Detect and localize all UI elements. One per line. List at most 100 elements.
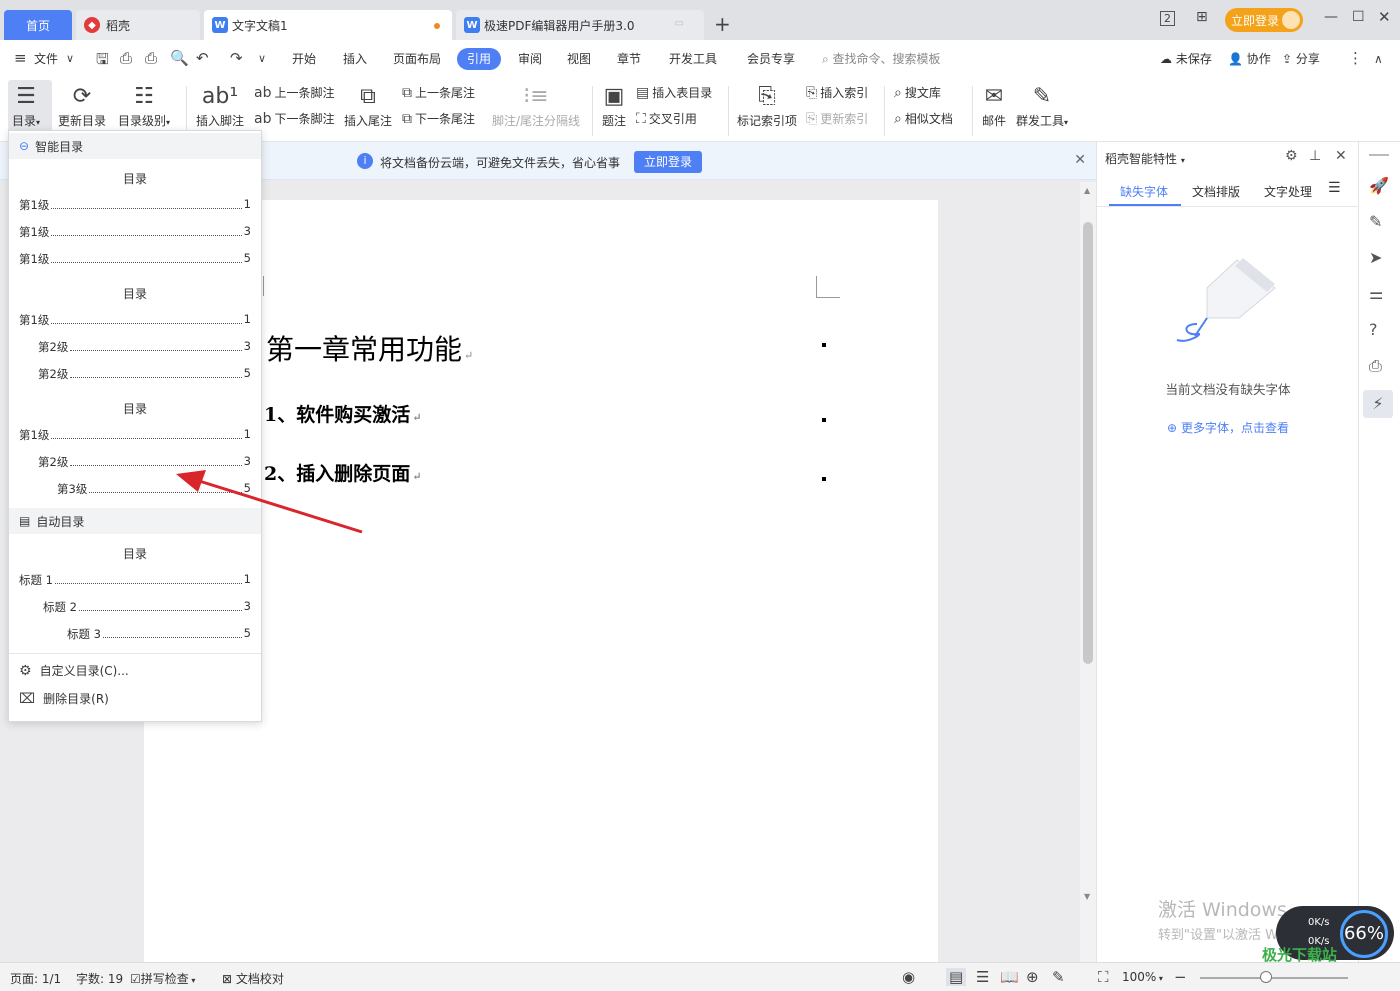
- scroll-up-icon[interactable]: ▲: [1084, 186, 1090, 195]
- outline-view-icon[interactable]: ☰: [976, 968, 989, 986]
- writer-doc-icon: W: [464, 17, 480, 33]
- tab-doc-layout[interactable]: 文档排版: [1192, 183, 1240, 200]
- separator-line-button[interactable]: ⁝≡ 脚注/尾注分隔线: [492, 82, 580, 129]
- new-tab-icon[interactable]: +: [714, 12, 731, 36]
- print-preview-icon[interactable]: 🔍: [170, 49, 189, 67]
- tab-pdf[interactable]: W 极速PDF编辑器用户手册3.0 ▭: [456, 10, 704, 40]
- web-view-icon[interactable]: ⊕: [1026, 968, 1039, 986]
- help-icon[interactable]: ?: [1369, 320, 1378, 339]
- zoom-slider[interactable]: [1200, 977, 1348, 979]
- heading-1[interactable]: 第一章常用功能 ↵: [266, 328, 473, 368]
- zoom-level[interactable]: 100% ▾: [1122, 970, 1163, 984]
- menu-icon[interactable]: ☰: [1328, 180, 1341, 196]
- login-button[interactable]: 立即登录: [1225, 8, 1303, 32]
- menu-start[interactable]: 开始: [292, 50, 316, 67]
- maximize-icon[interactable]: ☐: [1352, 9, 1365, 25]
- toc-entry-page: 5: [243, 481, 251, 495]
- menu-page-layout[interactable]: 页面布局: [393, 50, 441, 67]
- close-icon[interactable]: ✕: [1378, 8, 1391, 26]
- menu-insert[interactable]: 插入: [343, 50, 367, 67]
- command-search[interactable]: ⌕ 查找命令、搜索模板: [822, 50, 941, 67]
- menu-view[interactable]: 视图: [567, 50, 591, 67]
- scrollbar-thumb[interactable]: [1083, 222, 1093, 664]
- spell-check-button[interactable]: ☑拼写检查 ▾: [130, 970, 195, 987]
- tab-doc1[interactable]: W 文字文稿1: [204, 10, 452, 40]
- caption-button[interactable]: ▣ 题注: [602, 82, 626, 129]
- cursor-icon[interactable]: ➤: [1369, 248, 1382, 267]
- delete-toc-item[interactable]: ⌧ 删除目录(R): [19, 690, 109, 707]
- mass-tools-button[interactable]: ✎ 群发工具▾: [1016, 82, 1068, 129]
- insert-endnote-button[interactable]: ⧉ 插入尾注: [344, 82, 392, 129]
- mark-index-button[interactable]: ⎘ 标记索引项: [737, 82, 797, 129]
- sliders-icon[interactable]: ⚌: [1369, 284, 1383, 303]
- menu-dev-tools[interactable]: 开发工具: [669, 50, 717, 67]
- menu-file[interactable]: 文件: [34, 50, 58, 67]
- grid-apps-icon[interactable]: ⊞: [1196, 9, 1208, 25]
- more-icon[interactable]: ∨: [258, 52, 266, 65]
- pen-icon[interactable]: ✎: [1369, 212, 1382, 231]
- collapse-ribbon-icon[interactable]: ∧: [1374, 52, 1383, 66]
- menu-reference[interactable]: 引用: [457, 48, 501, 70]
- next-endnote-button[interactable]: ⧉ 下一条尾注: [402, 110, 475, 127]
- heading-2[interactable]: 1、软件购买激活 ↵: [264, 400, 421, 427]
- toc-button[interactable]: ☰ 目录▾: [12, 82, 40, 129]
- undo-icon[interactable]: ↶: [196, 49, 209, 67]
- more-vertical-icon[interactable]: ⋮: [1348, 49, 1363, 67]
- panel-title[interactable]: 稻壳智能特性 ▾: [1105, 150, 1185, 167]
- save-icon[interactable]: 🖫: [96, 49, 109, 74]
- page-count[interactable]: 页面: 1/1: [10, 970, 61, 987]
- insert-footnote-button[interactable]: ab¹ 插入脚注: [196, 82, 244, 129]
- fit-page-icon[interactable]: ⛶: [1098, 968, 1109, 986]
- document-page[interactable]: 第一章常用功能 ↵ 1、软件购买激活 ↵ 2、插入删除页面 ↵: [144, 200, 938, 962]
- update-index-button[interactable]: ⎘ 更新索引: [806, 110, 868, 127]
- close-icon[interactable]: ✕: [1074, 152, 1086, 168]
- unsaved-button[interactable]: ☁ 未保存: [1160, 50, 1212, 67]
- hamburger-icon[interactable]: ≡: [14, 49, 27, 67]
- print-share-icon[interactable]: ⎙: [1369, 356, 1382, 376]
- prev-endnote-button[interactable]: ⧉ 上一条尾注: [402, 84, 475, 101]
- insert-table-toc-button[interactable]: ▤ 插入表目录: [636, 84, 712, 101]
- chevron-down-icon[interactable]: ∨: [66, 52, 74, 65]
- close-icon[interactable]: ✕: [1335, 148, 1347, 164]
- zoom-out-icon[interactable]: −: [1174, 968, 1187, 986]
- proofread-button[interactable]: ⊠ 文档校对: [222, 970, 284, 987]
- similar-doc-button[interactable]: ⌕ 相似文档: [894, 110, 953, 127]
- reading-view-icon[interactable]: 📖: [1000, 968, 1019, 986]
- toc-level-button[interactable]: ☷ 目录级别▾: [118, 82, 170, 129]
- print-icon[interactable]: ⎙: [145, 49, 157, 67]
- minimize-icon[interactable]: —: [1324, 9, 1338, 25]
- tab-text-processing[interactable]: 文字处理: [1264, 183, 1312, 200]
- page-view-icon[interactable]: ▤: [946, 968, 967, 986]
- tab-daoke[interactable]: ◆ 稻壳: [76, 10, 200, 40]
- menu-chapter[interactable]: 章节: [617, 50, 641, 67]
- more-fonts-link[interactable]: ⊕ 更多字体，点击查看: [1097, 419, 1359, 436]
- export-pdf-icon[interactable]: ⎙: [120, 49, 132, 67]
- next-footnote-button[interactable]: ab 下一条脚注: [254, 110, 334, 127]
- rocket-icon[interactable]: 🚀: [1369, 176, 1389, 195]
- zoom-slider-knob[interactable]: [1260, 971, 1272, 983]
- window-layout-icon[interactable]: 2: [1160, 11, 1175, 26]
- collab-button[interactable]: 👤 协作: [1228, 50, 1271, 67]
- mail-button[interactable]: ✉ 邮件: [982, 82, 1006, 129]
- update-toc-button[interactable]: ⟳ 更新目录: [58, 82, 106, 129]
- scroll-down-icon[interactable]: ▼: [1084, 892, 1090, 901]
- pin-icon[interactable]: ⊥: [1309, 148, 1321, 164]
- eye-icon[interactable]: ◉: [902, 968, 915, 986]
- search-lib-button[interactable]: ⌕ 搜文库: [894, 84, 941, 101]
- cross-ref-button[interactable]: ⛶ 交叉引用: [636, 110, 697, 127]
- heading-2[interactable]: 2、插入删除页面 ↵: [264, 459, 421, 486]
- menu-member[interactable]: 会员专享: [747, 50, 795, 67]
- word-count[interactable]: 字数: 19: [76, 970, 123, 987]
- tab-home[interactable]: 首页: [4, 10, 72, 40]
- redo-icon[interactable]: ↷: [230, 49, 243, 67]
- smart-features-icon[interactable]: ⚡: [1363, 390, 1393, 418]
- tab-missing-fonts[interactable]: 缺失字体: [1120, 183, 1168, 200]
- custom-toc-item[interactable]: ⚙ 自定义目录(C)...: [19, 662, 129, 679]
- prev-footnote-button[interactable]: ab 上一条脚注: [254, 84, 334, 101]
- notice-login-button[interactable]: 立即登录: [634, 151, 702, 173]
- writing-mode-icon[interactable]: ✎: [1052, 968, 1065, 986]
- share-button[interactable]: ⇪ 分享: [1282, 50, 1320, 67]
- insert-index-button[interactable]: ⎘ 插入索引: [806, 84, 868, 101]
- menu-review[interactable]: 审阅: [518, 50, 542, 67]
- gear-icon[interactable]: ⚙: [1285, 148, 1298, 164]
